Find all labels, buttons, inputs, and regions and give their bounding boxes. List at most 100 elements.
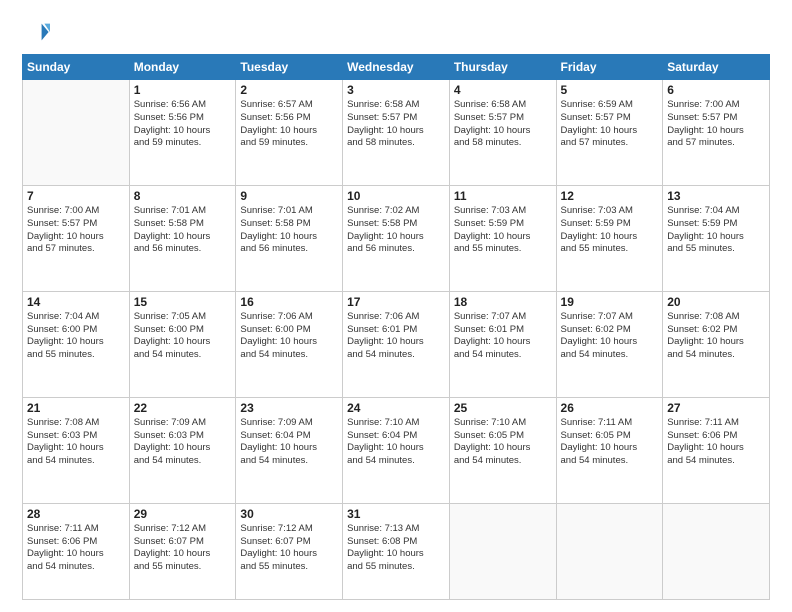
day-info: Sunrise: 7:08 AM Sunset: 6:03 PM Dayligh… (27, 417, 125, 468)
day-number: 27 (667, 401, 765, 415)
day-number: 30 (240, 507, 338, 521)
col-header-monday: Monday (129, 55, 236, 80)
day-number: 24 (347, 401, 445, 415)
day-cell (23, 80, 130, 186)
day-cell: 12 Sunrise: 7:03 AM Sunset: 5:59 PM Dayli… (556, 185, 663, 291)
day-number: 23 (240, 401, 338, 415)
day-info: Sunrise: 7:07 AM Sunset: 6:02 PM Dayligh… (561, 311, 659, 362)
day-cell: 23 Sunrise: 7:09 AM Sunset: 6:04 PM Dayli… (236, 397, 343, 503)
day-cell: 13 Sunrise: 7:04 AM Sunset: 5:59 PM Dayli… (663, 185, 770, 291)
week-row-2: 7 Sunrise: 7:00 AM Sunset: 5:57 PM Daylig… (23, 185, 770, 291)
day-info: Sunrise: 7:09 AM Sunset: 6:03 PM Dayligh… (134, 417, 232, 468)
day-info: Sunrise: 6:58 AM Sunset: 5:57 PM Dayligh… (454, 99, 552, 150)
day-cell: 26Sunrise: 7:11 AM Sunset: 6:05 PM Dayli… (556, 397, 663, 503)
day-info: Sunrise: 6:56 AM Sunset: 5:56 PM Dayligh… (134, 99, 232, 150)
day-info: Sunrise: 7:10 AM Sunset: 6:05 PM Dayligh… (454, 417, 552, 468)
day-cell: 24 Sunrise: 7:10 AM Sunset: 6:04 PM Dayli… (343, 397, 450, 503)
day-cell: 25 Sunrise: 7:10 AM Sunset: 6:05 PM Dayli… (449, 397, 556, 503)
col-header-thursday: Thursday (449, 55, 556, 80)
day-number: 5 (561, 83, 659, 97)
day-info: Sunrise: 7:06 AM Sunset: 6:01 PM Dayligh… (347, 311, 445, 362)
day-cell: 9 Sunrise: 7:01 AM Sunset: 5:58 PM Daylig… (236, 185, 343, 291)
day-number: 21 (27, 401, 125, 415)
day-number: 1 (134, 83, 232, 97)
logo-icon (22, 18, 50, 46)
day-info: Sunrise: 7:11 AM Sunset: 6:06 PM Dayligh… (27, 523, 125, 574)
day-number: 17 (347, 295, 445, 309)
day-info: Sunrise: 7:02 AM Sunset: 5:58 PM Dayligh… (347, 205, 445, 256)
day-info: Sunrise: 7:13 AM Sunset: 6:08 PM Dayligh… (347, 523, 445, 574)
col-header-friday: Friday (556, 55, 663, 80)
col-header-wednesday: Wednesday (343, 55, 450, 80)
day-info: Sunrise: 7:03 AM Sunset: 5:59 PM Dayligh… (561, 205, 659, 256)
week-row-3: 14Sunrise: 7:04 AM Sunset: 6:00 PM Dayli… (23, 291, 770, 397)
day-info: Sunrise: 6:59 AM Sunset: 5:57 PM Dayligh… (561, 99, 659, 150)
day-number: 2 (240, 83, 338, 97)
day-cell (449, 503, 556, 599)
day-cell: 10 Sunrise: 7:02 AM Sunset: 5:58 PM Dayli… (343, 185, 450, 291)
day-info: Sunrise: 7:09 AM Sunset: 6:04 PM Dayligh… (240, 417, 338, 468)
day-number: 7 (27, 189, 125, 203)
day-cell: 14Sunrise: 7:04 AM Sunset: 6:00 PM Dayli… (23, 291, 130, 397)
week-row-1: 1 Sunrise: 6:56 AM Sunset: 5:56 PM Daylig… (23, 80, 770, 186)
day-cell: 29 Sunrise: 7:12 AM Sunset: 6:07 PM Dayli… (129, 503, 236, 599)
calendar-table: SundayMondayTuesdayWednesdayThursdayFrid… (22, 54, 770, 600)
day-cell: 15 Sunrise: 7:05 AM Sunset: 6:00 PM Dayli… (129, 291, 236, 397)
day-number: 13 (667, 189, 765, 203)
day-info: Sunrise: 7:06 AM Sunset: 6:00 PM Dayligh… (240, 311, 338, 362)
day-number: 14 (27, 295, 125, 309)
day-info: Sunrise: 7:01 AM Sunset: 5:58 PM Dayligh… (134, 205, 232, 256)
day-info: Sunrise: 7:12 AM Sunset: 6:07 PM Dayligh… (134, 523, 232, 574)
day-number: 29 (134, 507, 232, 521)
day-info: Sunrise: 6:58 AM Sunset: 5:57 PM Dayligh… (347, 99, 445, 150)
day-cell: 4 Sunrise: 6:58 AM Sunset: 5:57 PM Daylig… (449, 80, 556, 186)
day-number: 9 (240, 189, 338, 203)
day-info: Sunrise: 7:08 AM Sunset: 6:02 PM Dayligh… (667, 311, 765, 362)
day-cell: 6Sunrise: 7:00 AM Sunset: 5:57 PM Daylig… (663, 80, 770, 186)
day-cell: 7 Sunrise: 7:00 AM Sunset: 5:57 PM Daylig… (23, 185, 130, 291)
header-row: SundayMondayTuesdayWednesdayThursdayFrid… (23, 55, 770, 80)
day-cell: 27 Sunrise: 7:11 AM Sunset: 6:06 PM Dayli… (663, 397, 770, 503)
day-cell: 22Sunrise: 7:09 AM Sunset: 6:03 PM Dayli… (129, 397, 236, 503)
day-cell: 28 Sunrise: 7:11 AM Sunset: 6:06 PM Dayli… (23, 503, 130, 599)
day-info: Sunrise: 7:11 AM Sunset: 6:06 PM Dayligh… (667, 417, 765, 468)
day-number: 18 (454, 295, 552, 309)
col-header-saturday: Saturday (663, 55, 770, 80)
col-header-tuesday: Tuesday (236, 55, 343, 80)
day-number: 11 (454, 189, 552, 203)
day-number: 25 (454, 401, 552, 415)
day-info: Sunrise: 6:57 AM Sunset: 5:56 PM Dayligh… (240, 99, 338, 150)
day-cell: 2 Sunrise: 6:57 AM Sunset: 5:56 PM Daylig… (236, 80, 343, 186)
day-info: Sunrise: 7:10 AM Sunset: 6:04 PM Dayligh… (347, 417, 445, 468)
day-number: 19 (561, 295, 659, 309)
logo (22, 18, 54, 46)
day-info: Sunrise: 7:04 AM Sunset: 5:59 PM Dayligh… (667, 205, 765, 256)
day-cell: 17 Sunrise: 7:06 AM Sunset: 6:01 PM Dayli… (343, 291, 450, 397)
day-cell: 8Sunrise: 7:01 AM Sunset: 5:58 PM Daylig… (129, 185, 236, 291)
day-number: 26 (561, 401, 659, 415)
week-row-5: 28 Sunrise: 7:11 AM Sunset: 6:06 PM Dayli… (23, 503, 770, 599)
day-info: Sunrise: 7:03 AM Sunset: 5:59 PM Dayligh… (454, 205, 552, 256)
day-number: 15 (134, 295, 232, 309)
day-cell: 16 Sunrise: 7:06 AM Sunset: 6:00 PM Dayli… (236, 291, 343, 397)
day-cell: 5 Sunrise: 6:59 AM Sunset: 5:57 PM Daylig… (556, 80, 663, 186)
day-number: 28 (27, 507, 125, 521)
day-info: Sunrise: 7:05 AM Sunset: 6:00 PM Dayligh… (134, 311, 232, 362)
day-cell: 20 Sunrise: 7:08 AM Sunset: 6:02 PM Dayli… (663, 291, 770, 397)
header (22, 18, 770, 46)
day-cell: 19 Sunrise: 7:07 AM Sunset: 6:02 PM Dayli… (556, 291, 663, 397)
day-number: 20 (667, 295, 765, 309)
day-cell (556, 503, 663, 599)
day-info: Sunrise: 7:01 AM Sunset: 5:58 PM Dayligh… (240, 205, 338, 256)
day-info: Sunrise: 7:00 AM Sunset: 5:57 PM Dayligh… (27, 205, 125, 256)
day-number: 3 (347, 83, 445, 97)
day-cell: 30Sunrise: 7:12 AM Sunset: 6:07 PM Dayli… (236, 503, 343, 599)
day-number: 4 (454, 83, 552, 97)
day-number: 12 (561, 189, 659, 203)
day-cell: 1 Sunrise: 6:56 AM Sunset: 5:56 PM Daylig… (129, 80, 236, 186)
day-number: 6 (667, 83, 765, 97)
day-cell: 21 Sunrise: 7:08 AM Sunset: 6:03 PM Dayli… (23, 397, 130, 503)
day-number: 16 (240, 295, 338, 309)
day-cell (663, 503, 770, 599)
day-number: 10 (347, 189, 445, 203)
